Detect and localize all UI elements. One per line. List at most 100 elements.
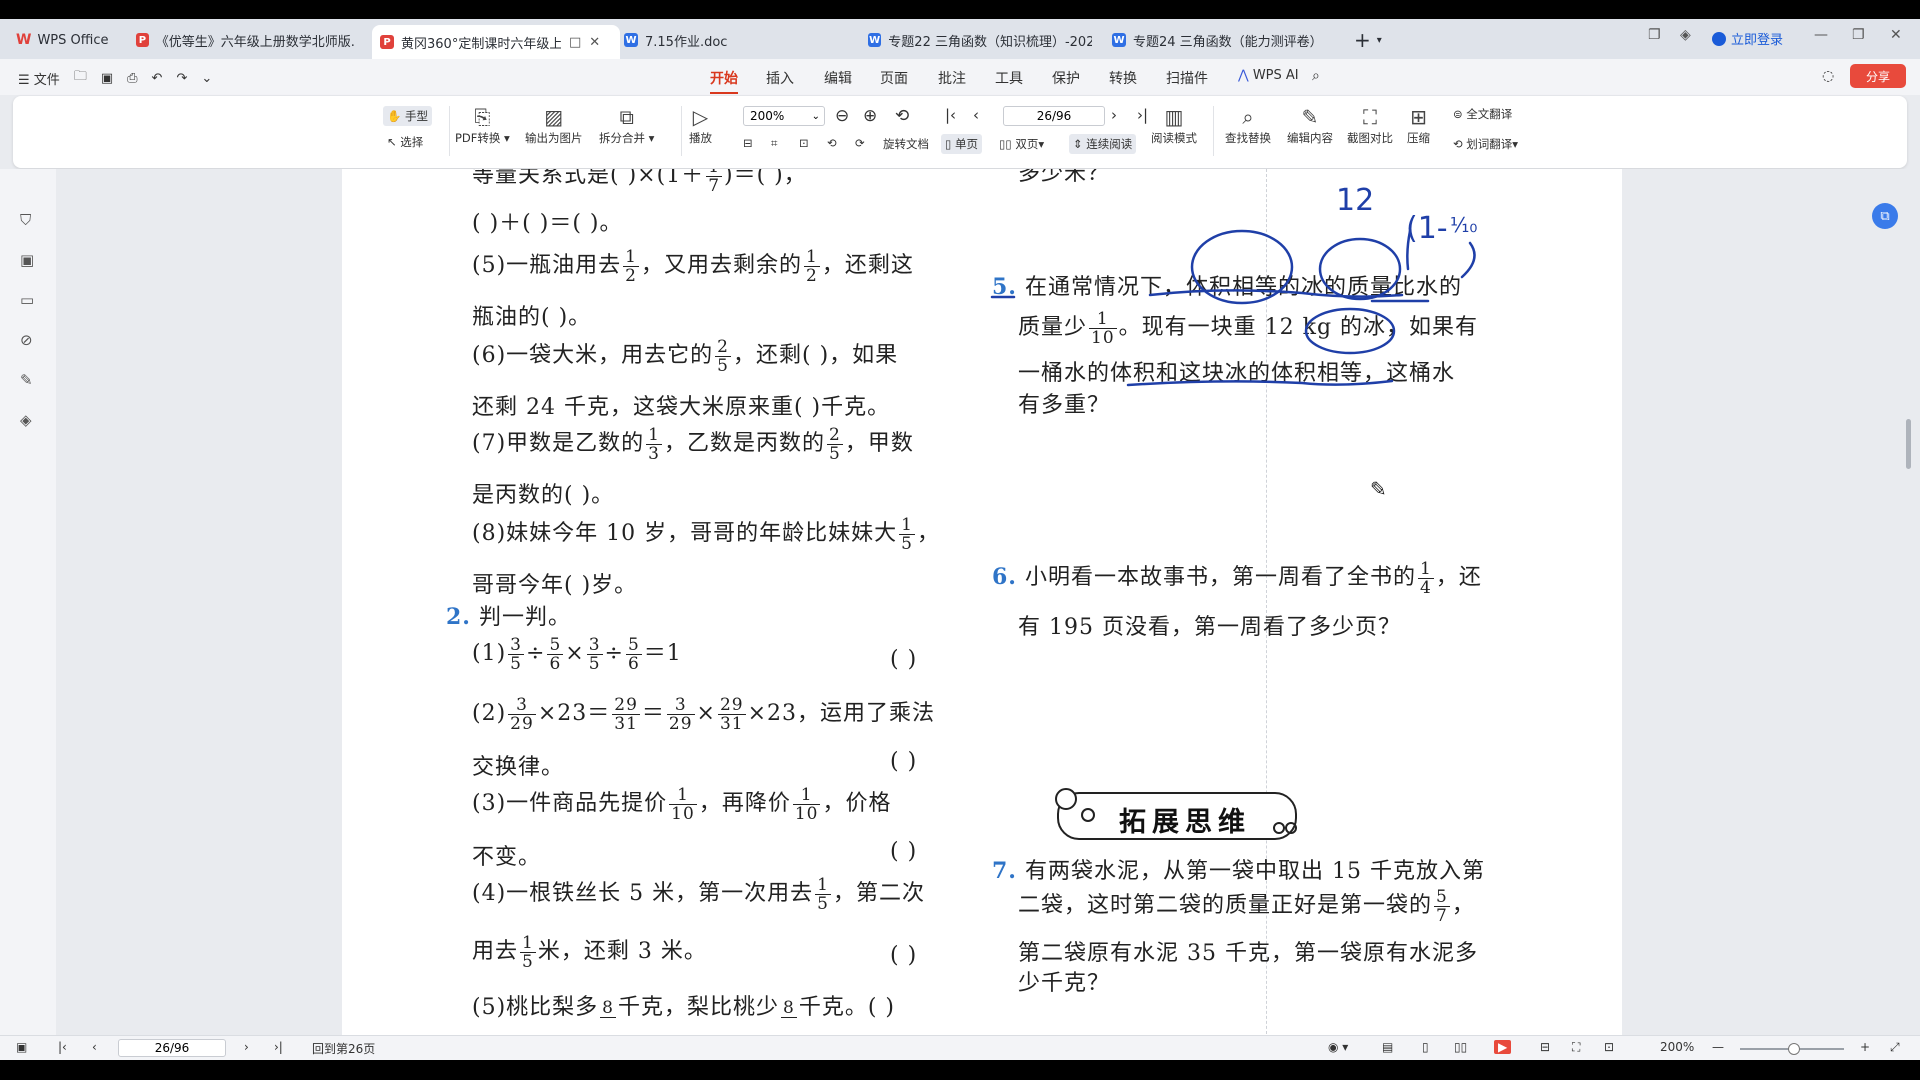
zoom-out-icon[interactable]: —	[1712, 1040, 1724, 1054]
menu-scan[interactable]: 扫描件	[1166, 68, 1208, 88]
zoom-slider-handle[interactable]	[1788, 1043, 1800, 1055]
double-view-icon[interactable]: ▯▯	[1454, 1040, 1467, 1054]
back-to-page-link[interactable]: 回到第26页	[312, 1040, 375, 1057]
menu-insert[interactable]: 插入	[766, 68, 794, 88]
single-view-icon[interactable]: ▤	[1382, 1040, 1393, 1054]
chevron-down-icon[interactable]: ⌄	[201, 71, 212, 86]
bookmark-icon[interactable]: ⛉	[20, 211, 36, 229]
word-translate-button[interactable]: ⟲ 划词翻译 ▾	[1453, 136, 1518, 152]
search-icon[interactable]: ⌕	[1312, 68, 1320, 84]
next-page-icon[interactable]: ›	[1111, 106, 1117, 124]
pdf-convert-button[interactable]: ⎘ PDF转换 ▾	[455, 104, 510, 146]
rotate-right-icon[interactable]: ⟳	[855, 136, 865, 150]
floating-action-button[interactable]: ⧉	[1872, 203, 1898, 229]
share-button[interactable]: 分享	[1850, 64, 1906, 88]
rotate-doc-button[interactable]: 旋转文档	[883, 136, 929, 152]
hand-tool-button[interactable]: ✋ 手型	[383, 106, 432, 126]
close-window-icon[interactable]: ✕	[1890, 27, 1902, 43]
last-page-icon[interactable]: ›|	[274, 1040, 283, 1054]
rotate-page-icon[interactable]: ⟲	[895, 106, 909, 126]
login-button[interactable]: 立即登录	[1712, 29, 1783, 48]
fit-page-icon[interactable]: ⛶	[1572, 1040, 1580, 1055]
prev-page-icon[interactable]: ‹	[973, 106, 979, 124]
play-button[interactable]: ▷ 播放	[689, 104, 712, 146]
print-icon[interactable]: ⎙	[127, 71, 137, 86]
single-page-button[interactable]: ▯ 单页	[941, 134, 982, 154]
first-page-icon[interactable]: |‹	[945, 106, 956, 124]
chat-icon[interactable]: ◌	[1822, 68, 1834, 84]
tab-close-icon[interactable]: ✕	[589, 35, 600, 50]
menu-comment[interactable]: 批注	[938, 68, 966, 88]
file-menu[interactable]: ☰ 文件	[18, 69, 60, 88]
attachment-icon[interactable]: ⊘	[20, 331, 36, 349]
page-view-icon[interactable]: ▯	[1422, 1040, 1429, 1054]
continuous-read-button[interactable]: ⇕ 连续阅读	[1069, 134, 1137, 154]
signature-icon[interactable]: ✎	[20, 371, 36, 389]
tab-bar: W WPS Office P 《优等生》六年级上册数学北师版.pdf P 黄冈3…	[0, 19, 1920, 59]
prev-page-icon[interactable]: ‹	[92, 1040, 97, 1054]
question-6-line2: 还剩 24 千克，这袋大米原来重( )千克。	[472, 395, 891, 420]
zoom-in-icon[interactable]: ⊕	[863, 106, 877, 126]
actual-size-icon[interactable]: ⊡	[1604, 1040, 1614, 1054]
tab-doc-1[interactable]: W 7.15作业.doc	[624, 25, 854, 55]
next-page-icon[interactable]: ›	[244, 1040, 249, 1054]
new-tab-button[interactable]: + ▾	[1354, 25, 1382, 55]
compare-button[interactable]: ⛶ 截图对比	[1347, 104, 1393, 146]
actual-size-icon[interactable]: ⊡	[799, 136, 809, 150]
menu-edit[interactable]: 编辑	[824, 68, 852, 88]
select-tool-button[interactable]: ↖ 选择	[387, 134, 423, 150]
window-layout-icon[interactable]: ❐	[1648, 27, 1661, 43]
layers-icon[interactable]: ◈	[20, 411, 36, 429]
vertical-scrollbar[interactable]	[1906, 419, 1911, 469]
export-image-button[interactable]: ▨ 输出为图片	[525, 104, 583, 146]
read-mode-button[interactable]: ▥ 阅读模式	[1151, 104, 1197, 146]
redo-icon[interactable]: ↷	[176, 71, 187, 86]
record-icon[interactable]: ▶	[1494, 1040, 1512, 1054]
tab-comment-icon[interactable]: □	[569, 35, 581, 50]
page-number-input[interactable]: 26/96	[1003, 106, 1105, 126]
save-icon[interactable]: ▣	[101, 71, 113, 86]
find-replace-button[interactable]: ⌕ 查找替换	[1225, 104, 1271, 146]
comment-icon[interactable]: ▭	[20, 291, 36, 309]
eye-icon[interactable]: ◉ ▾	[1328, 1040, 1348, 1054]
tab-doc-2[interactable]: W 专题22 三角函数（知识梳理）-2020	[868, 25, 1092, 55]
sidebar-toggle-icon[interactable]: ▣	[16, 1040, 27, 1054]
open-folder-icon[interactable]: 🗀	[74, 67, 87, 89]
status-zoom-value[interactable]: 200%	[1660, 1040, 1694, 1054]
menu-protect[interactable]: 保护	[1052, 68, 1080, 88]
zoom-select[interactable]: 200% ⌄	[743, 106, 825, 126]
ink-paren-2	[1460, 241, 1476, 279]
tab-pdf-2-active[interactable]: P 黄冈360°定制课时六年级上册 □ ✕	[372, 25, 620, 59]
zoom-out-icon[interactable]: ⊖	[835, 106, 849, 126]
tab-doc-3[interactable]: W 专题24 三角函数（能力测评卷）	[1112, 25, 1326, 55]
zoom-in-icon[interactable]: +	[1860, 1040, 1870, 1054]
restore-icon[interactable]: ❐	[1852, 27, 1865, 43]
menu-page[interactable]: 页面	[880, 68, 908, 88]
fit-width-icon[interactable]: ⊟	[1540, 1040, 1550, 1054]
menu-convert[interactable]: 转换	[1109, 68, 1137, 88]
menu-wps-ai[interactable]: ⋀ WPS AI	[1238, 68, 1299, 83]
chevron-down-icon[interactable]: ▾	[1377, 35, 1382, 46]
tab-pdf-1[interactable]: P 《优等生》六年级上册数学北师版.pdf	[136, 25, 356, 55]
answer-bracket: ( )	[890, 647, 918, 672]
undo-icon[interactable]: ↶	[152, 71, 163, 86]
thumbnail-icon[interactable]: ▣	[20, 251, 36, 269]
document-view[interactable]: 等量关系式是( )×(1＋17)＝( )， ( )＋( )＝( )。 (5)一瓶…	[56, 169, 1920, 1035]
fullscreen-icon[interactable]: ⤢	[1890, 1040, 1900, 1055]
last-page-icon[interactable]: ›|	[1137, 106, 1148, 124]
split-merge-button[interactable]: ⧉ 拆分合并 ▾	[599, 104, 654, 146]
menu-start[interactable]: 开始	[710, 68, 738, 94]
first-page-icon[interactable]: |‹	[58, 1040, 67, 1054]
menu-tools[interactable]: 工具	[995, 68, 1023, 88]
fit-page-icon[interactable]: ⌗	[771, 136, 777, 151]
wps-home-tab[interactable]: W WPS Office	[16, 25, 108, 55]
cube-icon[interactable]: ◈	[1680, 27, 1691, 43]
edit-content-button[interactable]: ✎ 编辑内容	[1287, 104, 1333, 146]
minimize-icon[interactable]: —	[1814, 27, 1828, 43]
double-page-button[interactable]: ▯▯ 双页 ▾	[999, 136, 1044, 152]
full-translate-button[interactable]: ⊜ 全文翻译	[1453, 106, 1512, 122]
status-page-input[interactable]: 26/96	[118, 1039, 226, 1057]
rotate-left-icon[interactable]: ⟲	[827, 136, 837, 150]
fit-width-icon[interactable]: ⊟	[743, 136, 753, 150]
compress-button[interactable]: ⊞ 压缩	[1407, 104, 1430, 146]
